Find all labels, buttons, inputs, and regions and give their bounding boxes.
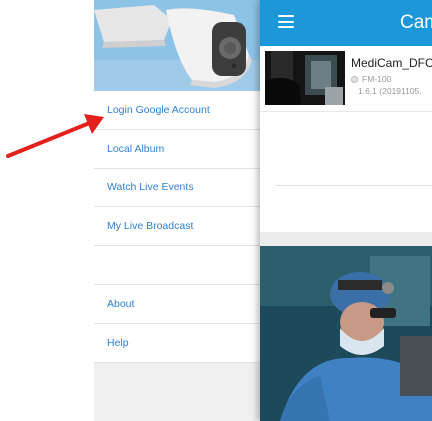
divider xyxy=(276,185,432,186)
menu-item-help[interactable]: Help xyxy=(94,324,260,363)
device-model-label: FM-100 xyxy=(362,74,392,84)
menu-spacer xyxy=(94,246,260,285)
section-divider-band xyxy=(260,232,432,246)
live-video-preview[interactable] xyxy=(260,246,432,421)
menu-item-label: Help xyxy=(107,336,129,349)
menu-item-label: Local Album xyxy=(107,142,165,155)
screen: Login Google Account Local Album Watch L… xyxy=(0,0,432,421)
menu-item-about[interactable]: About xyxy=(94,285,260,324)
menu-item-my-live-broadcast[interactable]: My Live Broadcast xyxy=(94,207,260,247)
menu-item-login-google-account[interactable]: Login Google Account xyxy=(94,91,260,130)
annotation-arrow-icon xyxy=(6,114,104,158)
app-bar: Cam xyxy=(260,0,432,46)
menu-item-label: Login Google Account xyxy=(107,103,210,116)
menu-item-watch-live-events[interactable]: Watch Live Events xyxy=(94,169,260,208)
menu-item-label: About xyxy=(107,297,135,310)
device-model: FM-100 xyxy=(351,74,391,84)
drawer-header-camera-image xyxy=(94,0,260,91)
device-firmware-version: 1.6.1 (20191105. xyxy=(358,86,422,96)
device-name: MediCam_DFC xyxy=(351,56,432,70)
device-thumbnail xyxy=(265,51,345,105)
menu-item-label: My Live Broadcast xyxy=(107,220,194,233)
main-panel: Cam MediCam_DFC FM-100 1.6.1 (20191105. xyxy=(260,0,432,421)
device-list-item[interactable]: MediCam_DFC FM-100 1.6.1 (20191105. xyxy=(260,46,432,112)
menu-item-local-album[interactable]: Local Album xyxy=(94,130,260,169)
nav-drawer: Login Google Account Local Album Watch L… xyxy=(94,0,260,421)
menu-item-label: Watch Live Events xyxy=(107,181,194,194)
status-dot-icon xyxy=(351,75,358,83)
hamburger-menu-icon[interactable] xyxy=(278,15,294,29)
drawer-menu: Login Google Account Local Album Watch L… xyxy=(94,91,260,363)
app-title: Cam xyxy=(400,12,432,33)
